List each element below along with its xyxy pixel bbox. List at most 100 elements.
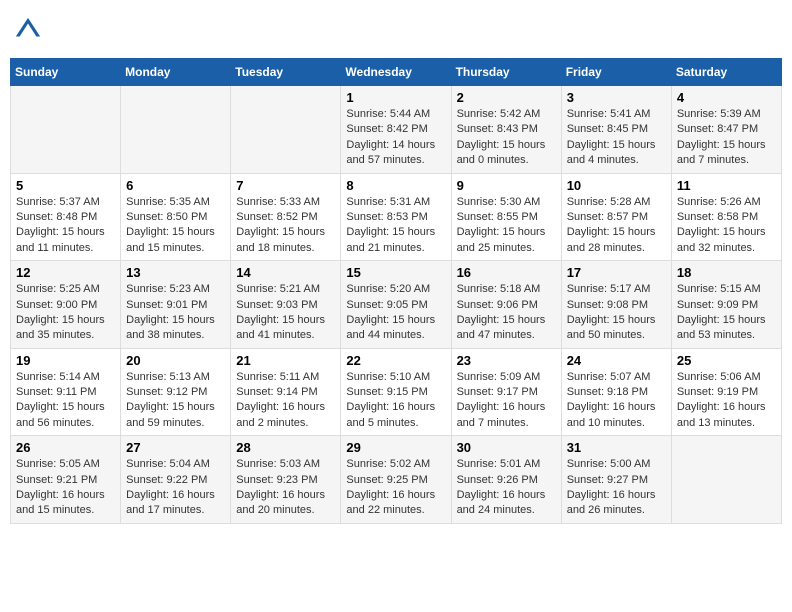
day-number: 28 xyxy=(236,440,335,455)
day-info: Sunrise: 5:15 AM Sunset: 9:09 PM Dayligh… xyxy=(677,282,776,344)
weekday-header-sunday: Sunday xyxy=(11,59,121,86)
day-info: Sunrise: 5:03 AM Sunset: 9:23 PM Dayligh… xyxy=(236,457,335,519)
calendar-cell: 17Sunrise: 5:17 AM Sunset: 9:08 PM Dayli… xyxy=(561,261,671,349)
calendar-cell: 8 Sunrise: 5:31 AM Sunset: 8:53 PM Daylig… xyxy=(341,173,451,261)
day-number: 29 xyxy=(346,440,445,455)
day-number: 13 xyxy=(126,265,225,280)
calendar-cell: 3 Sunrise: 5:41 AM Sunset: 8:45 PM Daylig… xyxy=(561,86,671,174)
calendar-week-row: 19 Sunrise: 5:14 AM Sunset: 9:11 PM Dayli… xyxy=(11,348,782,436)
calendar-cell: 20 Sunrise: 5:13 AM Sunset: 9:12 PM Dayli… xyxy=(121,348,231,436)
calendar-cell: 2 Sunrise: 5:42 AM Sunset: 8:43 PM Daylig… xyxy=(451,86,561,174)
weekday-header-friday: Friday xyxy=(561,59,671,86)
calendar-cell xyxy=(231,86,341,174)
day-number: 21 xyxy=(236,353,335,368)
day-number: 18 xyxy=(677,265,776,280)
day-number: 3 xyxy=(567,90,666,105)
day-info: Sunrise: 5:35 AM Sunset: 8:50 PM Dayligh… xyxy=(126,195,225,257)
day-info: Sunrise: 5:10 AM Sunset: 9:15 PM Dayligh… xyxy=(346,370,445,432)
calendar-week-row: 5 Sunrise: 5:37 AM Sunset: 8:48 PM Daylig… xyxy=(11,173,782,261)
calendar-cell: 16 Sunrise: 5:18 AM Sunset: 9:06 PM Dayli… xyxy=(451,261,561,349)
day-number: 7 xyxy=(236,178,335,193)
day-info: Sunrise: 5:23 AM Sunset: 9:01 PM Dayligh… xyxy=(126,282,225,344)
day-info: Sunrise: 5:39 AM Sunset: 8:47 PM Dayligh… xyxy=(677,107,776,169)
day-number: 25 xyxy=(677,353,776,368)
calendar-cell: 19 Sunrise: 5:14 AM Sunset: 9:11 PM Dayli… xyxy=(11,348,121,436)
day-info: Sunrise: 5:02 AM Sunset: 9:25 PM Dayligh… xyxy=(346,457,445,519)
day-info: Sunrise: 5:11 AM Sunset: 9:14 PM Dayligh… xyxy=(236,370,335,432)
day-number: 27 xyxy=(126,440,225,455)
day-info: Sunrise: 5:33 AM Sunset: 8:52 PM Dayligh… xyxy=(236,195,335,257)
calendar-cell: 11 Sunrise: 5:26 AM Sunset: 8:58 PM Dayli… xyxy=(671,173,781,261)
calendar-header: SundayMondayTuesdayWednesdayThursdayFrid… xyxy=(11,59,782,86)
day-info: Sunrise: 5:01 AM Sunset: 9:26 PM Dayligh… xyxy=(457,457,556,519)
calendar-week-row: 26 Sunrise: 5:05 AM Sunset: 9:21 PM Dayli… xyxy=(11,436,782,524)
day-info: Sunrise: 5:41 AM Sunset: 8:45 PM Dayligh… xyxy=(567,107,666,169)
day-info: Sunrise: 5:26 AM Sunset: 8:58 PM Dayligh… xyxy=(677,195,776,257)
day-number: 30 xyxy=(457,440,556,455)
calendar-cell: 4 Sunrise: 5:39 AM Sunset: 8:47 PM Daylig… xyxy=(671,86,781,174)
day-info: Sunrise: 5:30 AM Sunset: 8:55 PM Dayligh… xyxy=(457,195,556,257)
day-number: 5 xyxy=(16,178,115,193)
day-number: 8 xyxy=(346,178,445,193)
calendar-table: SundayMondayTuesdayWednesdayThursdayFrid… xyxy=(10,58,782,524)
day-number: 2 xyxy=(457,90,556,105)
day-number: 15 xyxy=(346,265,445,280)
calendar-week-row: 12 Sunrise: 5:25 AM Sunset: 9:00 PM Dayli… xyxy=(11,261,782,349)
day-info: Sunrise: 5:42 AM Sunset: 8:43 PM Dayligh… xyxy=(457,107,556,169)
logo-icon xyxy=(14,16,42,44)
calendar-cell: 5 Sunrise: 5:37 AM Sunset: 8:48 PM Daylig… xyxy=(11,173,121,261)
day-info: Sunrise: 5:04 AM Sunset: 9:22 PM Dayligh… xyxy=(126,457,225,519)
weekday-row: SundayMondayTuesdayWednesdayThursdayFrid… xyxy=(11,59,782,86)
calendar-cell: 15 Sunrise: 5:20 AM Sunset: 9:05 PM Dayli… xyxy=(341,261,451,349)
calendar-cell: 12 Sunrise: 5:25 AM Sunset: 9:00 PM Dayli… xyxy=(11,261,121,349)
day-info: Sunrise: 5:31 AM Sunset: 8:53 PM Dayligh… xyxy=(346,195,445,257)
day-info: Sunrise: 5:14 AM Sunset: 9:11 PM Dayligh… xyxy=(16,370,115,432)
day-info: Sunrise: 5:25 AM Sunset: 9:00 PM Dayligh… xyxy=(16,282,115,344)
day-number: 10 xyxy=(567,178,666,193)
day-info: Sunrise: 5:20 AM Sunset: 9:05 PM Dayligh… xyxy=(346,282,445,344)
day-number: 6 xyxy=(126,178,225,193)
weekday-header-monday: Monday xyxy=(121,59,231,86)
calendar-cell: 29 Sunrise: 5:02 AM Sunset: 9:25 PM Dayli… xyxy=(341,436,451,524)
calendar-cell: 1 Sunrise: 5:44 AM Sunset: 8:42 PM Daylig… xyxy=(341,86,451,174)
calendar-cell: 21 Sunrise: 5:11 AM Sunset: 9:14 PM Dayli… xyxy=(231,348,341,436)
calendar-cell: 6 Sunrise: 5:35 AM Sunset: 8:50 PM Daylig… xyxy=(121,173,231,261)
calendar-cell: 28 Sunrise: 5:03 AM Sunset: 9:23 PM Dayli… xyxy=(231,436,341,524)
calendar-cell xyxy=(671,436,781,524)
day-number: 20 xyxy=(126,353,225,368)
day-number: 4 xyxy=(677,90,776,105)
calendar-week-row: 1 Sunrise: 5:44 AM Sunset: 8:42 PM Daylig… xyxy=(11,86,782,174)
day-info: Sunrise: 5:18 AM Sunset: 9:06 PM Dayligh… xyxy=(457,282,556,344)
day-info: Sunrise: 5:37 AM Sunset: 8:48 PM Dayligh… xyxy=(16,195,115,257)
day-info: Sunrise: 5:05 AM Sunset: 9:21 PM Dayligh… xyxy=(16,457,115,519)
day-info: Sunrise: 5:13 AM Sunset: 9:12 PM Dayligh… xyxy=(126,370,225,432)
calendar-cell: 31Sunrise: 5:00 AM Sunset: 9:27 PM Dayli… xyxy=(561,436,671,524)
calendar-cell: 22Sunrise: 5:10 AM Sunset: 9:15 PM Dayli… xyxy=(341,348,451,436)
day-number: 11 xyxy=(677,178,776,193)
calendar-cell: 14Sunrise: 5:21 AM Sunset: 9:03 PM Dayli… xyxy=(231,261,341,349)
day-info: Sunrise: 5:44 AM Sunset: 8:42 PM Dayligh… xyxy=(346,107,445,169)
day-number: 12 xyxy=(16,265,115,280)
day-info: Sunrise: 5:09 AM Sunset: 9:17 PM Dayligh… xyxy=(457,370,556,432)
calendar-body: 1 Sunrise: 5:44 AM Sunset: 8:42 PM Daylig… xyxy=(11,86,782,524)
calendar-cell: 10 Sunrise: 5:28 AM Sunset: 8:57 PM Dayli… xyxy=(561,173,671,261)
day-info: Sunrise: 5:21 AM Sunset: 9:03 PM Dayligh… xyxy=(236,282,335,344)
day-number: 31 xyxy=(567,440,666,455)
calendar-cell: 9 Sunrise: 5:30 AM Sunset: 8:55 PM Daylig… xyxy=(451,173,561,261)
day-number: 26 xyxy=(16,440,115,455)
day-number: 24 xyxy=(567,353,666,368)
calendar-cell: 13 Sunrise: 5:23 AM Sunset: 9:01 PM Dayli… xyxy=(121,261,231,349)
calendar-cell: 27 Sunrise: 5:04 AM Sunset: 9:22 PM Dayli… xyxy=(121,436,231,524)
page-header xyxy=(10,10,782,50)
day-number: 19 xyxy=(16,353,115,368)
weekday-header-saturday: Saturday xyxy=(671,59,781,86)
day-info: Sunrise: 5:07 AM Sunset: 9:18 PM Dayligh… xyxy=(567,370,666,432)
day-info: Sunrise: 5:28 AM Sunset: 8:57 PM Dayligh… xyxy=(567,195,666,257)
day-info: Sunrise: 5:17 AM Sunset: 9:08 PM Dayligh… xyxy=(567,282,666,344)
day-number: 16 xyxy=(457,265,556,280)
day-number: 1 xyxy=(346,90,445,105)
calendar-cell xyxy=(121,86,231,174)
weekday-header-thursday: Thursday xyxy=(451,59,561,86)
calendar-cell: 18 Sunrise: 5:15 AM Sunset: 9:09 PM Dayli… xyxy=(671,261,781,349)
day-number: 9 xyxy=(457,178,556,193)
